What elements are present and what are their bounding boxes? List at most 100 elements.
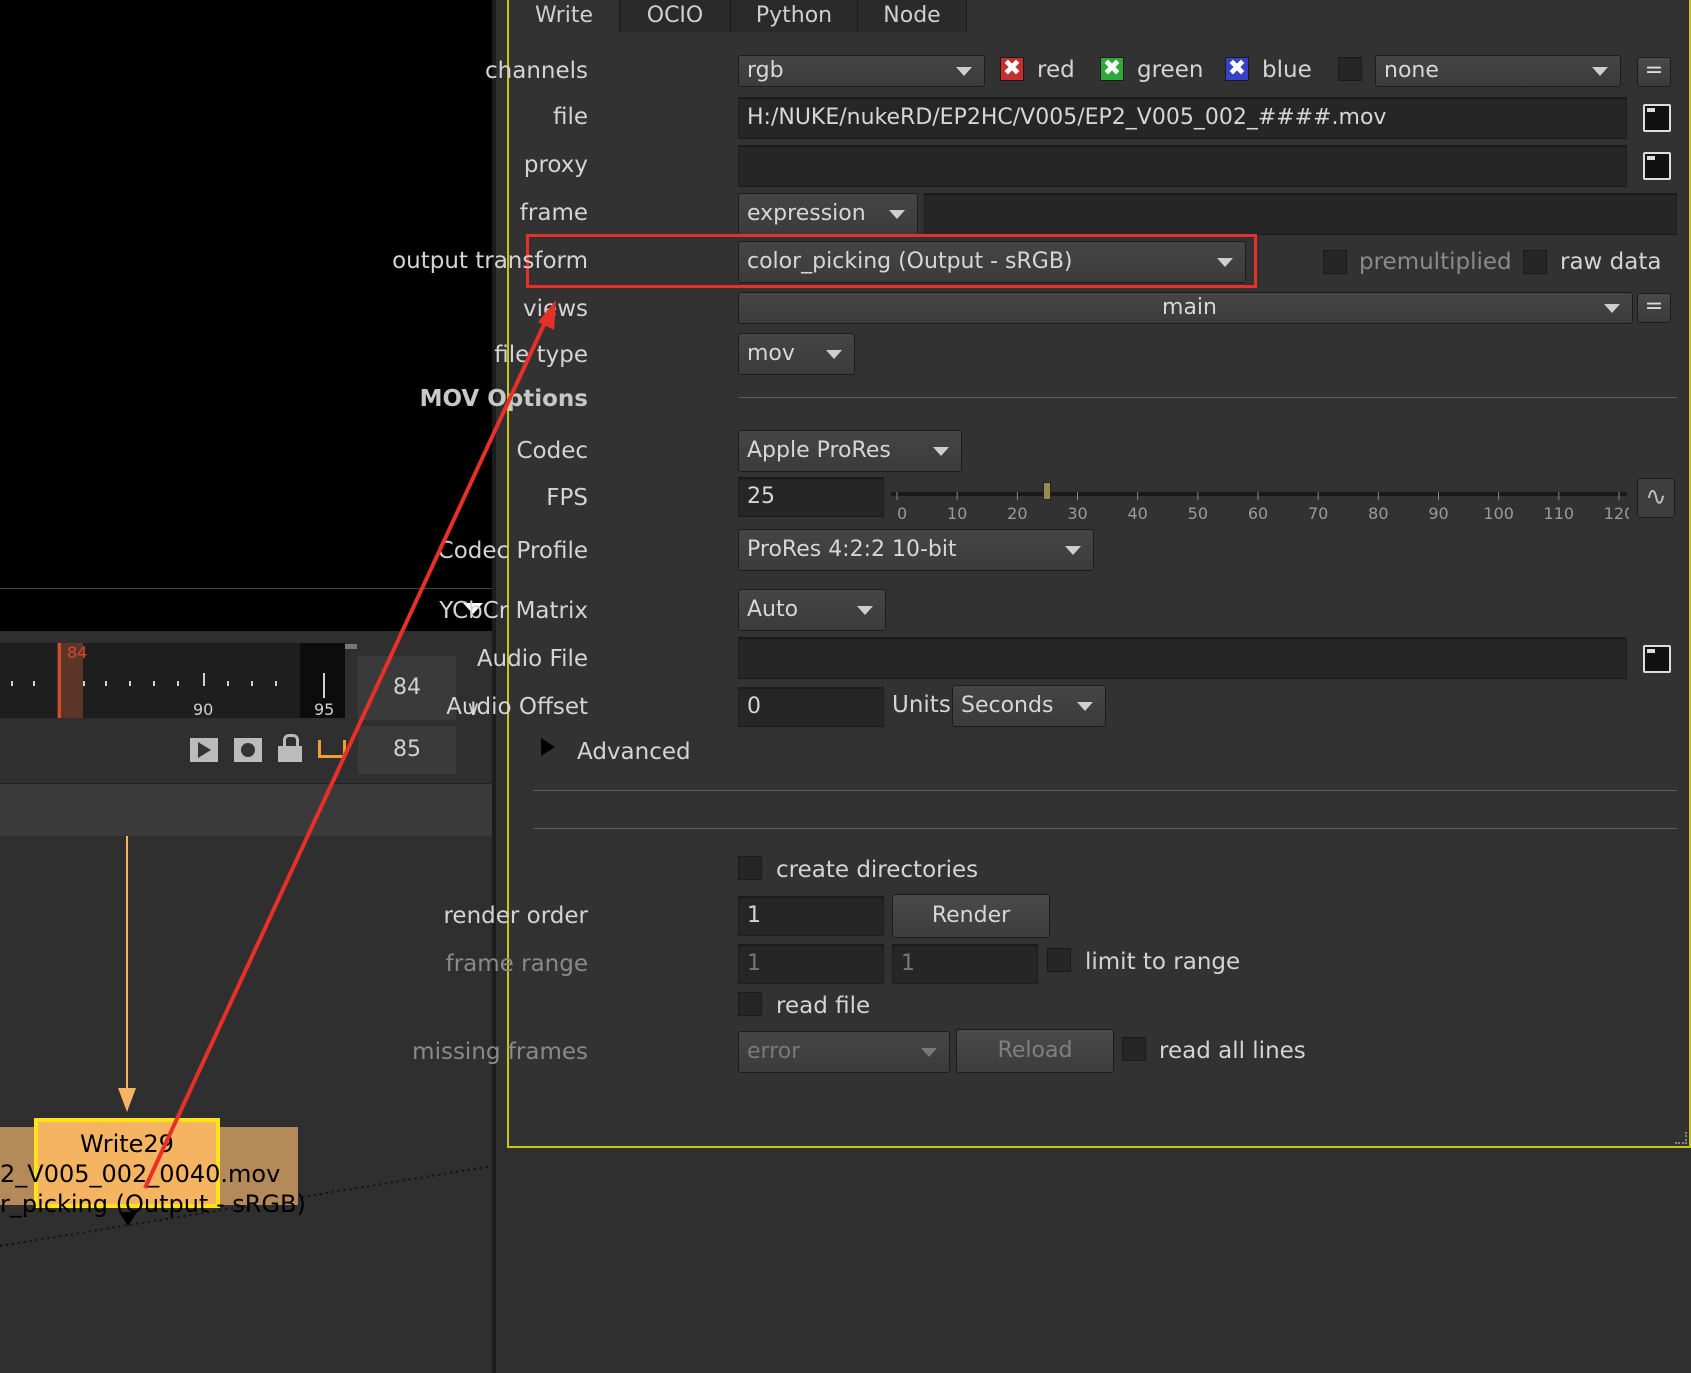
file-browse-icon[interactable]	[1643, 104, 1671, 132]
audio-file-field[interactable]	[738, 637, 1627, 679]
write-properties-panel: Write OCIO Python Node channels rgb ✖ re…	[392, 0, 1691, 1148]
fps-slider[interactable]: 0 10 20 30 40 50 60 70 80 90 100 110 120	[889, 480, 1629, 524]
render-order-field[interactable]: 1	[738, 896, 884, 936]
green-checkbox[interactable]: ✖	[1100, 57, 1124, 81]
output-transform-dropdown[interactable]: color_picking (Output - sRGB)	[738, 241, 1246, 283]
channels-link-button[interactable]: =	[1637, 57, 1671, 87]
frame-expression-field[interactable]	[924, 193, 1677, 235]
blue-checkbox[interactable]: ✖	[1225, 57, 1249, 81]
ycbcr-value: Auto	[747, 597, 799, 622]
advanced-label[interactable]: Advanced	[577, 739, 691, 765]
frame-range-start-field[interactable]: 1	[738, 944, 884, 984]
file-type-dropdown[interactable]: mov	[738, 333, 855, 375]
channels-dropdown[interactable]: rgb	[738, 55, 985, 87]
panel-divider[interactable]	[492, 0, 496, 1373]
write-node-file: 2_V005_002_0040.mov	[0, 1160, 281, 1188]
units-label: Units	[892, 692, 951, 718]
red-checkbox[interactable]: ✖	[1000, 57, 1024, 81]
resize-grip-icon[interactable]	[1675, 1132, 1687, 1144]
frame-label: frame	[519, 200, 588, 226]
file-label: file	[552, 104, 588, 130]
missing-frames-value: error	[747, 1039, 801, 1064]
audio-offset-field[interactable]: 0	[738, 687, 884, 727]
raw-data-checkbox[interactable]	[1523, 250, 1547, 274]
play-icon[interactable]	[190, 738, 218, 762]
codec-profile-label: Codec Profile	[437, 538, 588, 564]
bracket-icon[interactable]	[318, 740, 346, 758]
output-transform-value: color_picking (Output - sRGB)	[747, 249, 1073, 274]
missing-frames-dropdown[interactable]: error	[738, 1031, 950, 1073]
views-link-button[interactable]: =	[1637, 293, 1671, 323]
timeline-ticks	[11, 673, 325, 698]
fps-tick-label: 50	[1188, 504, 1208, 523]
node-graph-lines	[0, 836, 493, 1247]
fps-tick-label: 20	[1007, 504, 1027, 523]
section-separator-2	[533, 828, 1677, 829]
advanced-expand-icon[interactable]	[541, 738, 555, 756]
viewer-bar	[0, 588, 493, 631]
alpha-channel-dropdown[interactable]: none	[1375, 55, 1621, 87]
section-separator-1	[533, 790, 1677, 791]
write-node-transform: r_picking (Output - sRGB)	[0, 1190, 306, 1218]
fps-curve-icon[interactable]: ∿	[1637, 478, 1675, 518]
read-file-label: read file	[776, 993, 871, 1019]
frame-range-end-field[interactable]: 1	[892, 944, 1038, 984]
limit-to-range-checkbox[interactable]	[1047, 948, 1071, 972]
node-graph-header	[0, 783, 493, 837]
premultiplied-checkbox[interactable]	[1323, 250, 1347, 274]
fps-tick-label: 110	[1544, 504, 1575, 523]
limit-to-range-label: limit to range	[1085, 949, 1241, 975]
mov-options-separator	[738, 397, 1677, 398]
frame-mode-value: expression	[747, 201, 866, 226]
blue-label: blue	[1262, 57, 1312, 83]
proxy-field[interactable]	[738, 145, 1627, 187]
read-all-lines-label: read all lines	[1159, 1038, 1306, 1064]
fps-slider-ticks: 0 10 20 30 40 50 60 70 80 90 100 110 120	[896, 492, 1629, 523]
channels-label: channels	[485, 58, 588, 84]
frame-range-label: frame range	[445, 951, 588, 977]
tick-label-90: 90	[193, 700, 214, 719]
tab-write[interactable]: Write	[509, 0, 620, 32]
codec-label: Codec	[516, 438, 588, 464]
read-all-lines-checkbox[interactable]	[1122, 1037, 1146, 1061]
codec-profile-dropdown[interactable]: ProRes 4:2:2 10-bit	[738, 529, 1094, 571]
file-field[interactable]: H:/NUKE/nukeRD/EP2HC/V005/EP2_V005_002_#…	[738, 97, 1627, 139]
red-label: red	[1037, 57, 1075, 83]
create-directories-checkbox[interactable]	[738, 856, 762, 880]
fps-tick-label: 80	[1368, 504, 1388, 523]
file-type-value: mov	[747, 341, 795, 366]
fps-tick-label: 0	[897, 504, 907, 523]
fps-slider-handle[interactable]	[1043, 482, 1052, 500]
render-button[interactable]: Render	[892, 894, 1050, 938]
missing-frames-label: missing frames	[412, 1039, 588, 1065]
record-icon[interactable]	[234, 738, 262, 762]
output-transform-label: output transform	[392, 248, 588, 274]
codec-value: Apple ProRes	[747, 438, 891, 463]
units-value: Seconds	[961, 693, 1054, 718]
codec-dropdown[interactable]: Apple ProRes	[738, 430, 962, 472]
audio-file-browse-icon[interactable]	[1643, 645, 1671, 673]
tab-ocio[interactable]: OCIO	[620, 0, 731, 32]
ycbcr-dropdown[interactable]: Auto	[738, 589, 886, 631]
views-label: views	[523, 296, 588, 322]
alpha-checkbox[interactable]	[1338, 57, 1362, 81]
proxy-label: proxy	[523, 152, 588, 178]
fps-tick-label: 60	[1248, 504, 1268, 523]
proxy-browse-icon[interactable]	[1643, 152, 1671, 180]
units-dropdown[interactable]: Seconds	[952, 685, 1106, 727]
tab-python[interactable]: Python	[731, 0, 858, 32]
fps-tick-label: 120	[1604, 504, 1629, 523]
reload-button[interactable]: Reload	[956, 1029, 1114, 1073]
current-frame-field[interactable]: 84	[358, 656, 456, 720]
frame-mode-dropdown[interactable]: expression	[738, 193, 918, 235]
tab-node[interactable]: Node	[858, 0, 967, 32]
node-graph[interactable]	[0, 836, 493, 1373]
lock-icon[interactable]	[278, 734, 302, 762]
end-frame-field[interactable]: 85	[358, 726, 456, 774]
read-file-checkbox[interactable]	[738, 992, 762, 1016]
audio-file-label: Audio File	[476, 646, 588, 672]
views-dropdown[interactable]: main	[738, 292, 1633, 324]
fps-field[interactable]: 25	[738, 477, 884, 517]
write-node-name: Write29	[80, 1130, 174, 1158]
timeline[interactable]: 84 90 95	[0, 643, 345, 719]
